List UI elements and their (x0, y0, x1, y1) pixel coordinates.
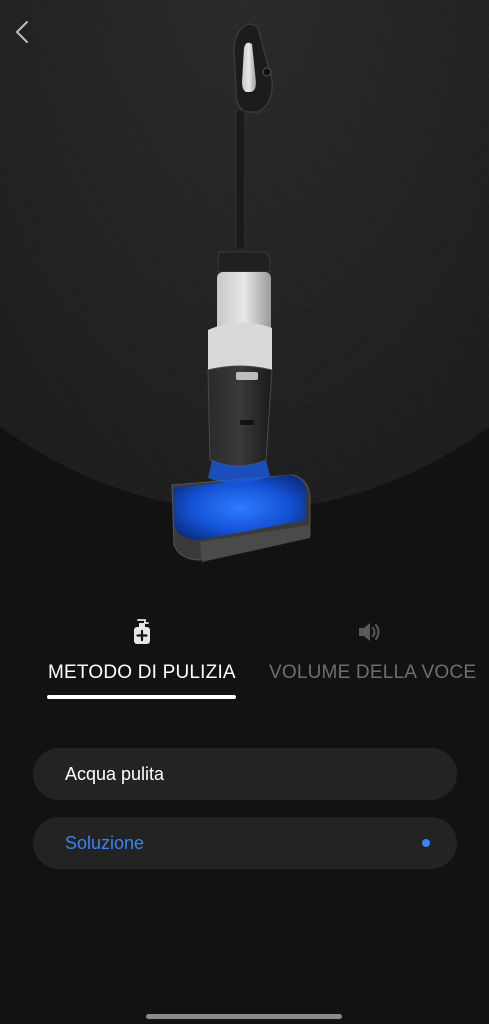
option-clean-water-label: Acqua pulita (65, 764, 165, 784)
cleaning-solution-bottle-icon (134, 619, 150, 644)
tab-voice-volume[interactable]: VOLUME DELLA VOCE (262, 612, 489, 702)
tab-bar: METODO DI PULIZIA VOLUME DELLA VOCE (0, 612, 489, 702)
speaker-volume-icon (359, 623, 380, 641)
chevron-left-icon (16, 21, 28, 43)
active-tab-indicator (47, 695, 236, 699)
screen: METODO DI PULIZIA VOLUME DELLA VOCE Acqu… (0, 0, 489, 1024)
option-solution-label: Soluzione (65, 833, 145, 853)
back-button[interactable] (8, 16, 36, 48)
tab-voice-volume-label: VOLUME DELLA VOCE (269, 662, 477, 683)
selected-indicator-dot (422, 839, 430, 847)
tab-cleaning-method-label: METODO DI PULIZIA (48, 662, 236, 683)
tab-cleaning-method[interactable]: METODO DI PULIZIA (40, 612, 245, 702)
option-solution[interactable]: Soluzione (33, 817, 457, 869)
hero-section (0, 0, 489, 600)
vacuum-illustration (171, 23, 311, 562)
option-clean-water[interactable]: Acqua pulita (33, 748, 457, 800)
home-indicator[interactable] (146, 1014, 342, 1019)
